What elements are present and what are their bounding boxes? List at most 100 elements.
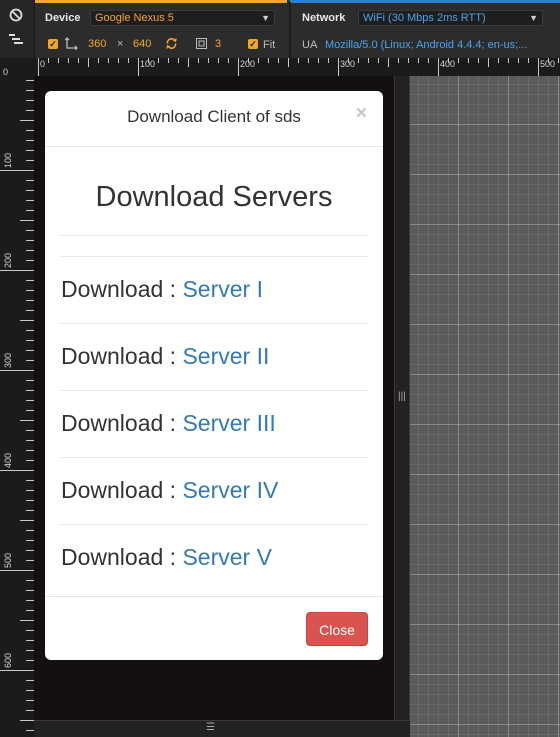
divider [60, 390, 368, 391]
ruler-tick [26, 440, 34, 441]
ban-icon[interactable] [9, 8, 23, 22]
ruler-tick [26, 550, 34, 551]
ruler-tick [498, 58, 499, 63]
network-label: Network [302, 12, 346, 24]
ruler-tick [198, 58, 199, 63]
ruler-tick [108, 58, 109, 63]
device-section: Device Google Nexus 5 ▼ ✓ 360 × 640 3 ✓ … [35, 0, 287, 58]
ruler-tick [178, 58, 179, 63]
ruler-tick [26, 610, 34, 611]
ruler-tick [26, 190, 34, 191]
network-select-value: WiFi (30 Mbps 2ms RTT) [363, 12, 486, 24]
download-prefix: Download : [61, 544, 183, 570]
divider [60, 256, 368, 257]
ruler-tick [128, 58, 129, 63]
menu-icon[interactable] [9, 33, 23, 45]
ruler-label: 0 [40, 59, 46, 69]
modal-footer-divider [45, 596, 383, 597]
ruler-tick [38, 58, 39, 76]
ruler-tick [358, 58, 359, 63]
ruler-tick [438, 58, 439, 76]
swap-icon[interactable] [65, 37, 78, 50]
ruler-tick [0, 370, 34, 371]
ruler-tick [26, 690, 34, 691]
device-label: Device [45, 12, 81, 24]
ruler-tick [26, 430, 34, 431]
server-link[interactable]: Server I [182, 276, 263, 302]
ruler-tick [368, 58, 369, 63]
ruler-tick [328, 58, 329, 63]
divider [60, 323, 368, 324]
ruler-tick [26, 680, 34, 681]
server-link[interactable]: Server II [182, 343, 269, 369]
download-row: Download : Server I [61, 276, 263, 303]
ruler-tick [26, 600, 34, 601]
ruler-tick [26, 560, 34, 561]
user-agent-input[interactable]: Mozilla/5.0 (Linux; Android 4.4.4; en-us… [325, 39, 557, 51]
close-button[interactable]: Close [306, 612, 368, 646]
ruler-tick [26, 510, 34, 511]
device-pixel-ratio-input[interactable]: 3 [215, 38, 221, 50]
height-input[interactable]: 640 [133, 38, 151, 50]
download-row: Download : Server II [61, 343, 269, 370]
download-row: Download : Server III [61, 410, 276, 437]
ruler-corner: 0 [0, 58, 34, 77]
resize-handle-icon: ||| [398, 391, 406, 402]
ruler-tick [26, 130, 34, 131]
server-link[interactable]: Server IV [182, 477, 278, 503]
chevron-down-icon: ▼ [529, 13, 538, 23]
ruler-tick [458, 58, 459, 63]
emulate-resolution-checkbox[interactable]: ✓ [48, 39, 58, 49]
ruler-tick [20, 720, 34, 721]
download-prefix: Download : [61, 343, 183, 369]
server-link[interactable]: Server III [182, 410, 275, 436]
ruler-tick [308, 58, 309, 63]
ruler-tick [26, 590, 34, 591]
ruler-label: 100 [3, 152, 13, 168]
ruler-tick [48, 58, 49, 63]
divider [60, 235, 368, 236]
ruler-tick [26, 80, 34, 81]
ruler-tick [26, 710, 34, 711]
ruler-tick [26, 490, 34, 491]
ruler-tick [26, 310, 34, 311]
fit-checkbox[interactable]: ✓ [248, 39, 258, 49]
width-resize-handle[interactable]: ||| [394, 76, 410, 737]
modal-heading: Download Servers [95, 181, 333, 213]
network-select[interactable]: WiFi (30 Mbps 2ms RTT) ▼ [358, 10, 543, 26]
ruler-tick [26, 300, 34, 301]
horizontal-ruler: 0 100 200 300 400 500 [34, 58, 560, 76]
server-link[interactable]: Server V [182, 544, 271, 570]
ruler-tick [338, 58, 339, 76]
device-select[interactable]: Google Nexus 5 ▼ [90, 10, 275, 26]
pixel-ratio-icon [196, 38, 207, 49]
ruler-tick [20, 320, 34, 321]
ruler-tick [298, 58, 299, 63]
ruler-tick [278, 58, 279, 63]
ruler-tick [388, 58, 389, 67]
ruler-tick [26, 350, 34, 351]
ruler-tick [118, 58, 119, 63]
ruler-tick [508, 58, 509, 63]
ruler-tick [26, 400, 34, 401]
ruler-tick [26, 460, 34, 461]
ruler-tick [188, 58, 189, 67]
ruler-tick [26, 540, 34, 541]
resize-handle-icon: ☰ [206, 722, 215, 733]
rotate-icon[interactable] [165, 37, 178, 50]
vertical-ruler: 100 200 300 400 500 600 [0, 76, 34, 737]
modal-header-divider [45, 146, 383, 147]
canvas-grid [410, 76, 560, 737]
close-icon[interactable]: × [356, 103, 367, 125]
ruler-tick [258, 58, 259, 63]
height-resize-handle[interactable]: ☰ [34, 720, 410, 737]
ruler-tick [26, 280, 34, 281]
ruler-tick [0, 570, 34, 571]
width-input[interactable]: 360 [88, 38, 106, 50]
ruler-tick [26, 660, 34, 661]
ruler-tick [408, 58, 409, 63]
ruler-label: 300 [3, 352, 13, 368]
ruler-tick [26, 730, 34, 731]
ua-label: UA [302, 39, 318, 51]
ruler-tick [158, 58, 159, 63]
